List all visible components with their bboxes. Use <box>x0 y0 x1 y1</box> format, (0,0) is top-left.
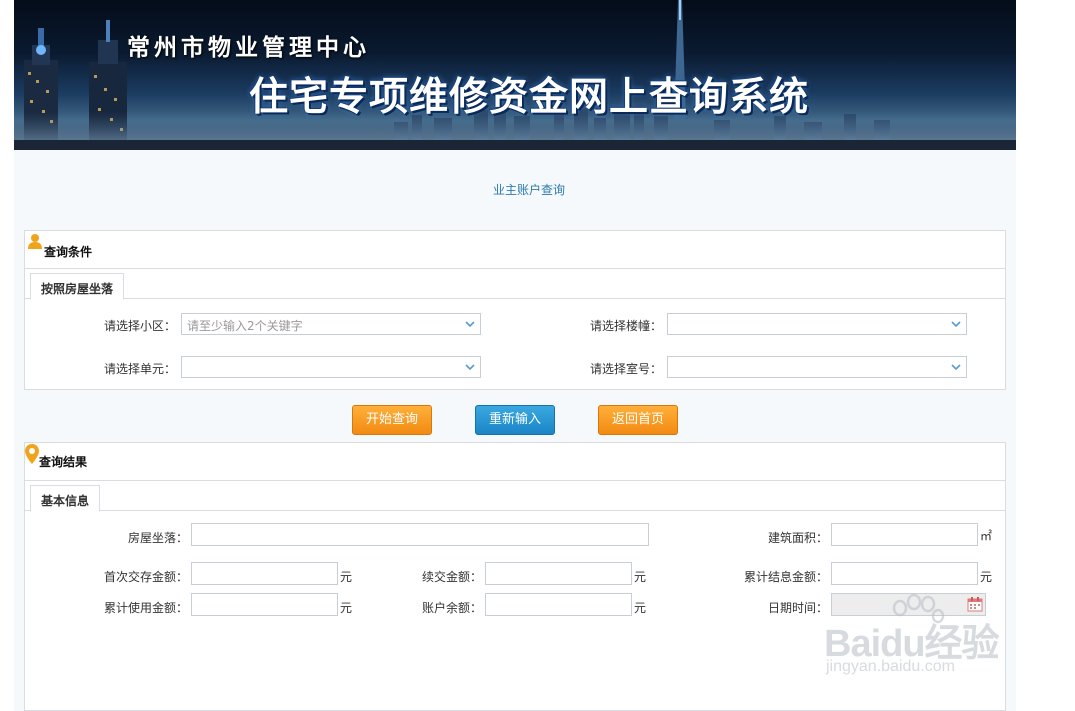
banner: 常州市物业管理中心 住宅专项维修资金网上查询系统 <box>14 0 1016 150</box>
continued-deposit-unit: 元 <box>634 570 647 584</box>
return-home-button[interactable]: 返回首页 <box>598 405 678 435</box>
building-select[interactable] <box>667 313 967 335</box>
query-conditions-header: 查询条件 <box>25 231 1005 269</box>
balance-unit: 元 <box>634 601 647 615</box>
chevron-down-icon <box>950 361 962 376</box>
used-amount-unit: 元 <box>340 601 353 615</box>
results-tabbar: 基本信息 <box>25 481 1005 512</box>
continued-deposit-field[interactable] <box>485 562 632 585</box>
page: 常州市物业管理中心 住宅专项维修资金网上查询系统 业主账户查询 查询条件 按照房… <box>0 0 1075 711</box>
interest-unit: 元 <box>980 570 993 584</box>
interest-label: 累计结息金额： <box>744 570 829 584</box>
building-label: 请选择楼幢： <box>590 319 663 333</box>
user-icon <box>27 233 43 252</box>
start-query-button[interactable]: 开始查询 <box>352 405 432 435</box>
page-title: 业主账户查询 <box>492 183 565 197</box>
system-name: 住宅专项维修资金网上查询系统 <box>249 75 810 120</box>
location-label: 房屋坐落： <box>128 531 189 545</box>
tab-by-location[interactable]: 按照房屋坐落 <box>30 273 125 300</box>
balance-field[interactable] <box>485 593 632 616</box>
room-label: 请选择室号： <box>590 362 663 376</box>
query-tabbar: 按照房屋坐落 <box>25 269 1005 300</box>
query-conditions-title: 查询条件 <box>44 245 93 259</box>
area-label: 建筑面积： <box>768 531 829 545</box>
area-unit: ㎡ <box>980 529 993 543</box>
reset-button[interactable]: 重新输入 <box>475 405 555 435</box>
first-deposit-field[interactable] <box>191 562 338 585</box>
community-select[interactable]: 请至少输入2个关键字 <box>181 313 481 335</box>
location-pin-icon <box>25 444 39 467</box>
first-deposit-unit: 元 <box>340 570 353 584</box>
query-conditions-panel: 查询条件 按照房屋坐落 请选择小区： 请至少输入2个关键字 请选择楼幢： 请选择… <box>24 230 1006 390</box>
continued-deposit-label: 续交金额： <box>422 570 483 584</box>
area-field[interactable] <box>831 523 978 546</box>
unit-label: 请选择单元： <box>104 362 177 376</box>
community-label: 请选择小区： <box>104 319 177 333</box>
query-results-header: 查询结果 <box>25 443 1005 481</box>
tab-basic-info[interactable]: 基本信息 <box>30 485 101 512</box>
location-field[interactable] <box>191 523 649 546</box>
used-amount-field[interactable] <box>191 593 338 616</box>
organization-name: 常州市物业管理中心 <box>127 34 370 61</box>
interest-field[interactable] <box>831 562 978 585</box>
chevron-down-icon <box>464 361 476 376</box>
used-amount-label: 累计使用金额： <box>104 601 189 615</box>
datetime-label: 日期时间： <box>768 601 829 615</box>
chevron-down-icon <box>950 318 962 333</box>
baidu-watermark: Baidu经验 jingyan.baidu.com <box>824 594 1020 689</box>
query-results-title: 查询结果 <box>39 455 88 469</box>
first-deposit-label: 首次交存金额： <box>104 570 189 584</box>
chevron-down-icon <box>464 318 476 333</box>
community-placeholder: 请至少输入2个关键字 <box>187 319 303 333</box>
room-select[interactable] <box>667 356 967 378</box>
unit-select[interactable] <box>181 356 481 378</box>
watermark-url: jingyan.baidu.com <box>826 658 955 675</box>
balance-label: 账户余额： <box>422 601 483 615</box>
